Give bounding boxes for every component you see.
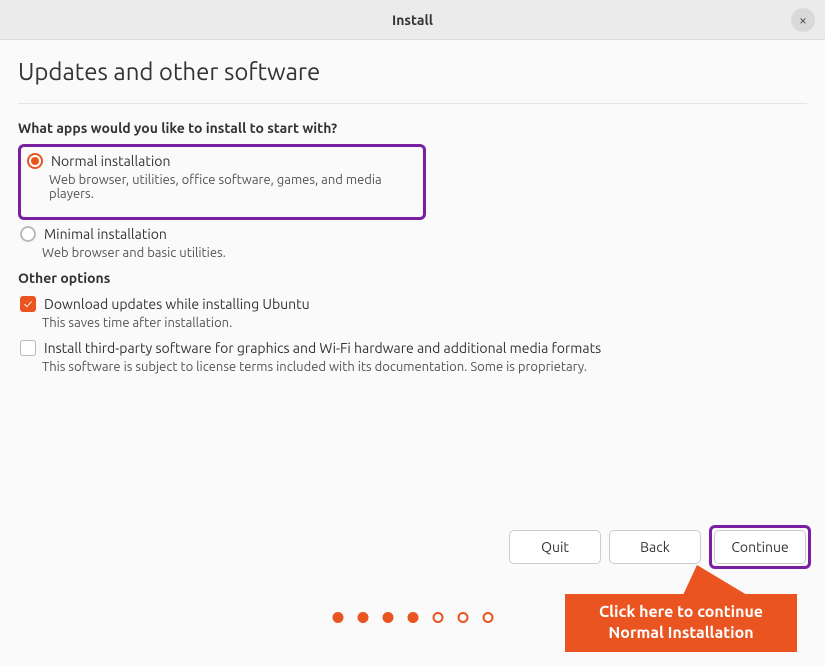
- close-button[interactable]: ×: [791, 8, 815, 32]
- titlebar: Install ×: [0, 0, 825, 40]
- normal-install-label: Normal installation: [51, 153, 170, 169]
- back-button[interactable]: Back: [609, 530, 701, 564]
- download-updates-option[interactable]: ✓ Download updates while installing Ubun…: [18, 296, 807, 312]
- content-area: Updates and other software What apps wou…: [0, 40, 825, 374]
- minimal-install-desc: Web browser and basic utilities.: [42, 246, 807, 260]
- close-icon: ×: [799, 12, 807, 28]
- checkbox-icon: ✓: [20, 296, 36, 312]
- button-row: Quit Back Continue: [509, 525, 811, 569]
- progress-dot: [457, 612, 468, 623]
- callout-line1: Click here to continue: [579, 602, 783, 623]
- third-party-label: Install third-party software for graphic…: [44, 340, 601, 356]
- apps-question: What apps would you like to install to s…: [18, 120, 807, 136]
- annotation-callout: Click here to continue Normal Installati…: [565, 594, 797, 652]
- continue-highlight: Continue: [709, 525, 811, 569]
- download-updates-label: Download updates while installing Ubuntu: [44, 296, 310, 312]
- checkbox-icon: [20, 340, 36, 356]
- radio-icon: [20, 226, 36, 242]
- progress-dot: [357, 612, 368, 623]
- radio-icon: [27, 153, 43, 169]
- normal-install-option[interactable]: Normal installation: [25, 153, 419, 169]
- callout-line2: Normal Installation: [579, 623, 783, 644]
- continue-button[interactable]: Continue: [714, 530, 806, 564]
- progress-dot: [482, 612, 493, 623]
- third-party-desc: This software is subject to license term…: [42, 360, 807, 374]
- minimal-install-option[interactable]: Minimal installation: [18, 226, 807, 242]
- progress-dot: [407, 612, 418, 623]
- minimal-install-label: Minimal installation: [44, 226, 167, 242]
- window-title: Install: [392, 12, 433, 28]
- normal-install-desc: Web browser, utilities, office software,…: [49, 173, 419, 201]
- other-options-heading: Other options: [18, 270, 807, 286]
- progress-dot: [332, 612, 343, 623]
- progress-dot: [432, 612, 443, 623]
- normal-install-highlight: Normal installation Web browser, utiliti…: [18, 144, 426, 220]
- third-party-option[interactable]: Install third-party software for graphic…: [18, 340, 807, 356]
- download-updates-desc: This saves time after installation.: [42, 316, 807, 330]
- progress-dot: [382, 612, 393, 623]
- callout-arrow-icon: [683, 565, 747, 595]
- quit-button[interactable]: Quit: [509, 530, 601, 564]
- page-title: Updates and other software: [18, 58, 807, 104]
- progress-dots: [332, 612, 493, 623]
